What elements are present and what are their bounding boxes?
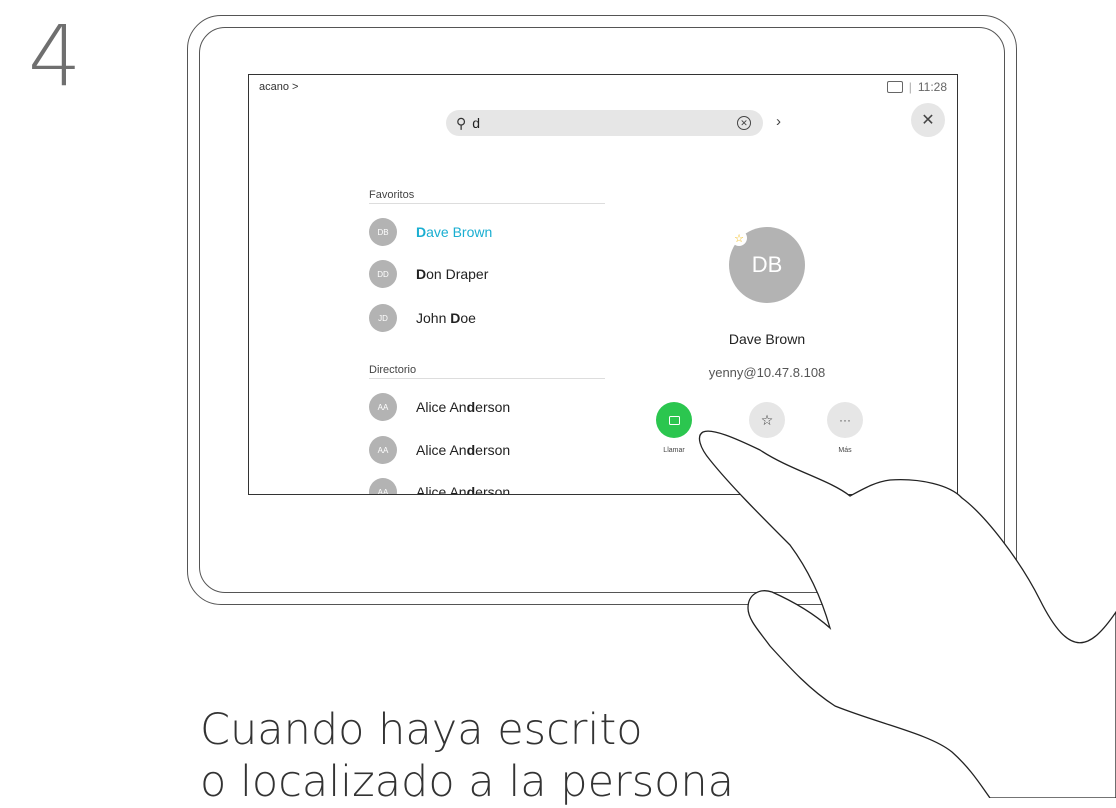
list-item[interactable]: AA Alice Anderson bbox=[369, 436, 510, 464]
directory-heading: Directorio bbox=[369, 364, 417, 376]
touch-screen: acano > | 11:28 ⚲ ✕ › ✕ Favoritos DB Dav… bbox=[248, 74, 958, 495]
avatar: JD bbox=[369, 304, 397, 332]
breadcrumb[interactable]: acano > bbox=[259, 81, 298, 93]
more-button[interactable]: ··· bbox=[827, 402, 863, 438]
contact-detail-name: Dave Brown bbox=[728, 331, 806, 347]
avatar: DB bbox=[369, 218, 397, 246]
avatar: AA bbox=[369, 393, 397, 421]
avatar: AA bbox=[369, 478, 397, 494]
search-field[interactable]: ⚲ ✕ bbox=[446, 110, 763, 136]
step-number: 4 bbox=[28, 7, 82, 105]
favorite-star-icon: ☆ bbox=[731, 230, 747, 246]
video-call-icon bbox=[668, 415, 680, 425]
call-button[interactable] bbox=[656, 402, 692, 438]
search-icon: ⚲ bbox=[456, 114, 467, 131]
more-label: Más bbox=[838, 447, 852, 454]
contact-name: Alice Anderson bbox=[416, 399, 511, 415]
clear-search-icon[interactable]: ✕ bbox=[737, 116, 751, 130]
contact-name: Alice Anderson bbox=[416, 484, 511, 495]
contact-name: Dave Brown bbox=[416, 224, 493, 240]
self-view-icon[interactable] bbox=[886, 81, 903, 93]
directory-divider bbox=[369, 378, 605, 379]
list-item[interactable]: AA Alice Anderson bbox=[369, 393, 510, 421]
status-separator: | bbox=[908, 80, 912, 94]
chevron-right-icon[interactable]: › bbox=[776, 113, 781, 130]
contact-name: John Doe bbox=[416, 310, 476, 326]
caption-line-1: Cuando haya escrito bbox=[200, 705, 643, 755]
avatar: DD bbox=[369, 260, 397, 288]
clock: 11:28 bbox=[917, 80, 947, 94]
list-item[interactable]: DB Dave Brown bbox=[369, 218, 492, 246]
list-item[interactable]: AA Alice Anderson bbox=[369, 478, 511, 495]
list-item[interactable]: JD John Doe bbox=[369, 304, 476, 332]
avatar: AA bbox=[369, 436, 397, 464]
favorites-heading: Favoritos bbox=[369, 189, 415, 201]
contact-name: Alice Anderson bbox=[416, 442, 511, 458]
status-bar: | 11:28 bbox=[886, 80, 947, 94]
instruction-caption: Cuando haya escrito o localizado a la pe… bbox=[200, 704, 734, 808]
favorites-divider bbox=[369, 203, 605, 204]
contact-name: Don Draper bbox=[416, 266, 489, 282]
call-label: Llamar bbox=[663, 447, 685, 454]
search-input[interactable] bbox=[470, 114, 725, 132]
favorite-button[interactable]: ☆ bbox=[749, 402, 785, 438]
caption-line-2: o localizado a la persona bbox=[200, 757, 735, 807]
list-item[interactable]: DD Don Draper bbox=[369, 260, 488, 288]
close-button[interactable]: ✕ bbox=[911, 103, 945, 137]
contact-detail-address: yenny@10.47.8.108 bbox=[708, 365, 826, 380]
